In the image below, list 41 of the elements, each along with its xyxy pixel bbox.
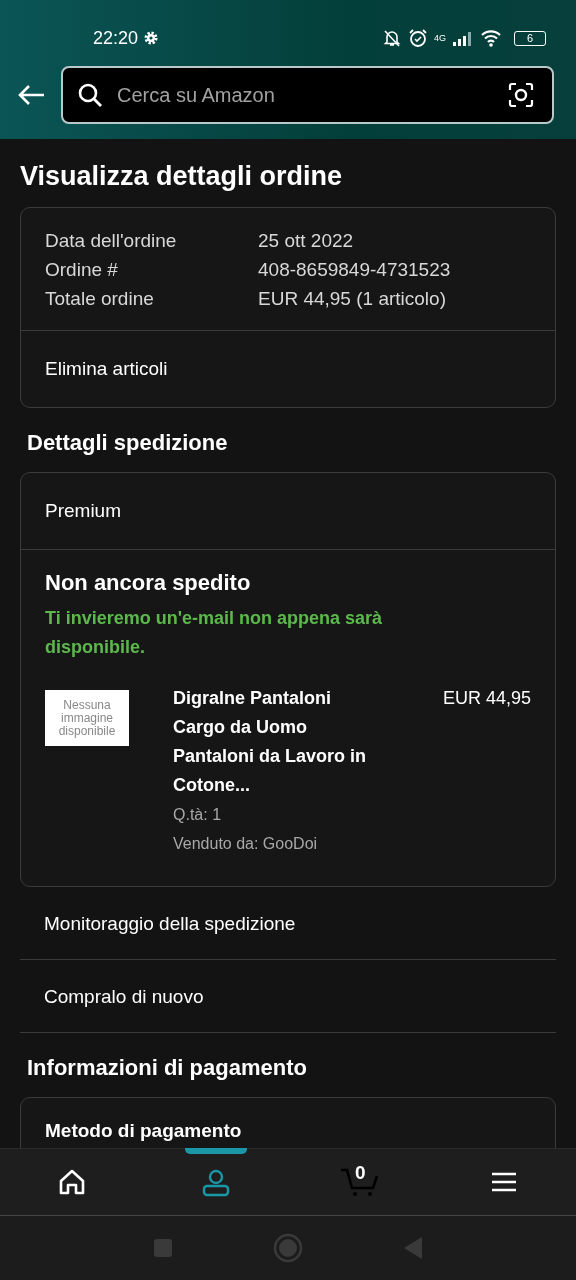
cart-icon bbox=[340, 1166, 380, 1198]
section-heading: Informazioni di pagamento bbox=[27, 1055, 308, 1081]
camera-scan-icon bbox=[508, 82, 534, 108]
field-value: 25 ott 2022 bbox=[258, 229, 354, 253]
home-icon bbox=[57, 1167, 87, 1197]
clock-time: 22:20 bbox=[93, 27, 139, 49]
product-title[interactable]: Digralne Pantaloni Cargo da Uomo Pantaloni da Lavoro in Cotone... bbox=[173, 684, 378, 800]
action-link[interactable]: Monitoraggio della spedizione bbox=[20, 888, 556, 960]
cart-count: 0 bbox=[355, 1162, 366, 1184]
quantity: Q.tà: 1 bbox=[173, 805, 223, 825]
alarm-clock-icon bbox=[408, 28, 428, 48]
network-type: 4G bbox=[434, 33, 446, 43]
action-link[interactable]: Elimina articoli bbox=[21, 330, 555, 407]
shipping-speed: Premium bbox=[44, 499, 122, 523]
home-button-icon bbox=[273, 1233, 303, 1263]
payment-method-label: Metodo di pagamento bbox=[44, 1119, 243, 1143]
signal-icon bbox=[452, 29, 474, 47]
back-arrow-icon bbox=[17, 84, 45, 106]
field-value: 408-8659849-4731523 bbox=[258, 258, 451, 282]
action-link[interactable]: Compralo di nuovo bbox=[20, 961, 556, 1033]
section-heading: Dettagli spedizione bbox=[27, 430, 229, 456]
gear-icon bbox=[143, 30, 160, 46]
shipment-status: Non ancora spedito bbox=[45, 570, 251, 596]
page-title: Visualizza dettagli ordine bbox=[20, 161, 344, 192]
muted-bell-icon bbox=[382, 28, 402, 48]
search-field[interactable]: Cerca su Amazon bbox=[117, 83, 494, 107]
item-price: EUR 44,95 bbox=[442, 687, 531, 710]
person-icon bbox=[201, 1167, 231, 1197]
seller: Venduto da: GooDoi bbox=[173, 834, 319, 854]
field-label: Ordine # bbox=[45, 258, 118, 282]
search-bar[interactable]: Cerca su Amazon bbox=[61, 66, 554, 124]
field-label: Data dell'ordine bbox=[45, 229, 177, 253]
search-icon bbox=[77, 82, 103, 108]
shipment-note: Ti invieremo un'e-mail non appena sarà disponibile. bbox=[45, 607, 384, 659]
back-button-icon bbox=[403, 1236, 423, 1260]
field-value: EUR 44,95 (1 articolo) bbox=[258, 287, 446, 311]
field-label: Totale ordine bbox=[45, 287, 154, 311]
battery-icon: 6 bbox=[514, 30, 546, 46]
recents-button-icon bbox=[153, 1238, 173, 1258]
placeholder-text: Nessuna immagine disponibile bbox=[57, 698, 117, 738]
selected-indicator bbox=[185, 1148, 247, 1154]
